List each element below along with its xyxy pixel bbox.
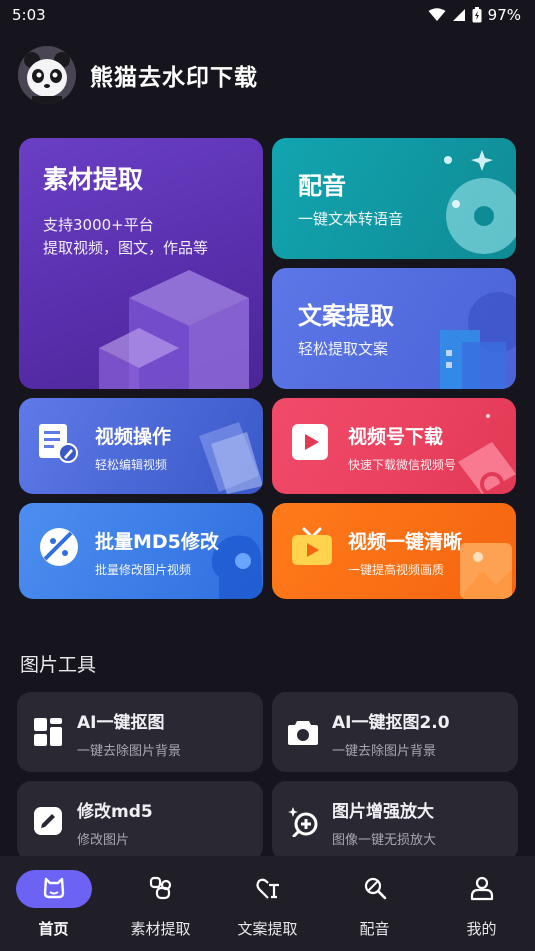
nav-material[interactable]: 素材提取 [107, 856, 214, 951]
video-clear-card[interactable]: 视频一键清晰 一键提高视频画质 [272, 503, 516, 599]
copywriting-subtitle: 轻松提取文案 [298, 340, 389, 358]
material-extract-desc: 支持3000+平台 提取视频，图文，作品等 [43, 214, 208, 260]
ai-cutout-subtitle: 一键去除图片背景 [77, 744, 182, 759]
camera-icon [288, 721, 318, 745]
status-icons: 97% [428, 6, 521, 24]
panda-avatar-icon [18, 46, 76, 104]
mic-icon [364, 877, 386, 900]
ai-cutout-2-card[interactable]: AI一键抠图2.0 一键去除图片背景 [272, 692, 518, 772]
modify-md5-card[interactable]: 修改md5 修改图片 [17, 781, 263, 861]
video-clear-subtitle: 一键提高视频画质 [348, 563, 445, 577]
avatar[interactable] [18, 46, 76, 104]
battery-icon [472, 7, 482, 23]
video-ops-title: 视频操作 [95, 426, 172, 448]
batch-md5-card[interactable]: 批量MD5修改 批量修改图片视频 [19, 503, 263, 599]
status-bar: 5:03 97% [0, 0, 535, 30]
dubbing-card[interactable]: 配音 一键文本转语音 [272, 138, 516, 259]
batch-md5-subtitle: 批量修改图片视频 [95, 563, 192, 577]
video-clear-title: 视频一键清晰 [348, 531, 463, 553]
edit-icon [34, 807, 62, 835]
nav-profile[interactable]: 我的 [428, 856, 535, 951]
app-header: 熊猫去水印下载 [18, 46, 258, 104]
app-title: 熊猫去水印下载 [90, 65, 258, 91]
nav-profile-label: 我的 [466, 920, 497, 938]
channel-download-subtitle: 快速下载微信视频号 [348, 458, 457, 472]
papers-illustration-icon [199, 422, 263, 494]
picture-illustration-icon [460, 543, 512, 599]
image-enhance-subtitle: 图像一键无损放大 [332, 833, 437, 848]
ai-cutout-2-subtitle: 一键去除图片背景 [332, 744, 437, 759]
signal-icon [452, 9, 465, 21]
status-time: 5:03 [12, 6, 46, 24]
modify-md5-title: 修改md5 [77, 802, 153, 822]
edit-video-icon [39, 424, 78, 463]
tv-icon [292, 527, 332, 565]
wifi-icon [428, 8, 446, 21]
material-extract-title: 素材提取 [43, 165, 144, 194]
nav-dubbing[interactable]: 配音 [321, 856, 428, 951]
channel-download-card[interactable]: 视频号下载 快速下载微信视频号 [272, 398, 516, 494]
grid-icon [34, 718, 62, 746]
nav-text-extract[interactable]: 文案提取 [214, 856, 321, 951]
channel-download-title: 视频号下载 [348, 426, 444, 448]
battery-percent: 97% [487, 6, 521, 24]
material-icon [149, 876, 171, 900]
nav-home[interactable]: 首页 [0, 856, 107, 951]
nav-text-extract-label: 文案提取 [237, 920, 298, 938]
image-enhance-title: 图片增强放大 [332, 802, 434, 822]
modify-md5-subtitle: 修改图片 [77, 833, 130, 848]
home-icon [43, 877, 64, 899]
play-video-icon [292, 424, 328, 460]
image-enhance-card[interactable]: 图片增强放大 图像一键无损放大 [272, 781, 518, 861]
flower-illustration-icon [458, 414, 516, 494]
bottom-nav: 首页 素材提取 文案提取 配音 我的 [0, 856, 535, 951]
disc-illustration-icon [444, 150, 516, 254]
text-extract-icon [255, 878, 279, 899]
document-illustration-icon [440, 292, 516, 389]
material-extract-line2: 提取视频，图文，作品等 [43, 239, 209, 257]
profile-icon [470, 876, 493, 901]
nav-home-label: 首页 [38, 920, 69, 938]
zoom-plus-icon [288, 807, 318, 837]
video-ops-card[interactable]: 视频操作 轻松编辑视频 [19, 398, 263, 494]
dubbing-subtitle: 一键文本转语音 [298, 210, 404, 228]
batch-md5-title: 批量MD5修改 [95, 531, 219, 553]
ai-cutout-2-title: AI一键抠图2.0 [332, 713, 450, 733]
copywriting-title: 文案提取 [298, 302, 394, 330]
video-ops-subtitle: 轻松编辑视频 [95, 458, 168, 472]
copywriting-card[interactable]: 文案提取 轻松提取文案 [272, 268, 516, 389]
palette-icon [40, 528, 78, 566]
material-extract-line1: 支持3000+平台 [43, 216, 154, 234]
nav-dubbing-label: 配音 [359, 920, 390, 938]
image-tools-section-title: 图片工具 [20, 654, 97, 676]
nav-material-label: 素材提取 [130, 920, 191, 938]
material-extract-card[interactable]: 素材提取 支持3000+平台 提取视频，图文，作品等 [19, 138, 263, 389]
dubbing-title: 配音 [298, 172, 346, 200]
ai-cutout-title: AI一键抠图 [77, 713, 165, 733]
cube-illustration-icon [99, 270, 249, 389]
ai-cutout-card[interactable]: AI一键抠图 一键去除图片背景 [17, 692, 263, 772]
